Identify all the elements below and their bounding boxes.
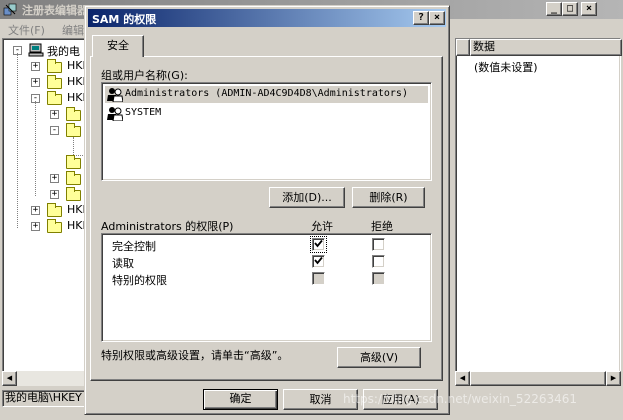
expand-icon[interactable]: +: [50, 110, 59, 119]
value-data: (数值未设置): [474, 61, 538, 74]
user-name: Administrators (ADMIN-AD4C9D4D8\Administ…: [125, 88, 408, 99]
checkmark-icon: [314, 256, 323, 265]
permissions-label: Administrators 的权限(P): [101, 220, 234, 233]
user-group-icon: [107, 88, 123, 102]
expand-icon[interactable]: +: [50, 174, 59, 183]
deny-full-control-checkbox[interactable]: [372, 238, 385, 251]
allow-special-checkbox: [312, 272, 325, 285]
expand-icon[interactable]: +: [31, 206, 40, 215]
user-row-administrators[interactable]: Administrators (ADMIN-AD4C9D4D8\Administ…: [105, 86, 428, 103]
folder-open-icon: [47, 91, 62, 105]
status-path: 我的电脑\HKEY: [2, 390, 96, 407]
folder-open-icon: [66, 123, 81, 137]
users-list[interactable]: Administrators (ADMIN-AD4C9D4D8\Administ…: [101, 82, 432, 181]
menu-file[interactable]: 文件(F): [8, 22, 45, 38]
scroll-thumb[interactable]: [470, 371, 606, 386]
permission-row-full-control: 完全控制: [112, 236, 412, 254]
registry-values-list[interactable]: 数据 (数值未设置): [455, 38, 622, 383]
allow-column-header: 允许: [311, 220, 333, 233]
tree-label: 我的电: [47, 45, 80, 58]
folder-icon: [47, 59, 62, 73]
group-or-user-names-label: 组或用户名称(G):: [101, 69, 188, 82]
checkmark-icon: [314, 239, 323, 248]
expand-icon[interactable]: +: [31, 222, 40, 231]
folder-icon: [66, 187, 81, 201]
dialog-title: SAM 的权限: [92, 13, 157, 26]
folder-icon: [47, 219, 62, 233]
column-header-name[interactable]: [456, 39, 470, 56]
help-button[interactable]: ?: [413, 11, 429, 25]
deny-column-header: 拒绝: [371, 220, 393, 233]
tab-security[interactable]: 安全: [92, 35, 144, 57]
list-horizontal-scrollbar[interactable]: ◀ ▶: [455, 371, 621, 386]
folder-icon: [47, 203, 62, 217]
expand-icon[interactable]: +: [50, 190, 59, 199]
allow-read-checkbox[interactable]: [312, 255, 325, 268]
deny-read-checkbox[interactable]: [372, 255, 385, 268]
watermark-text: https://blog.csdn.net/weixin_52263461: [343, 392, 578, 406]
folder-icon: [66, 107, 81, 121]
scroll-right-icon[interactable]: ▶: [606, 371, 621, 386]
permissions-dialog: SAM 的权限 ? × 安全 组或用户名称(G): Administrators…: [84, 5, 450, 415]
permission-name: 特别的权限: [112, 274, 167, 287]
remove-button[interactable]: 删除(R): [352, 187, 425, 208]
scroll-left-icon[interactable]: ◀: [2, 371, 17, 386]
registry-editor-title: 注册表编辑器: [22, 4, 88, 17]
computer-icon: [28, 43, 44, 57]
user-group-icon: [107, 107, 123, 121]
maximize-button[interactable]: □: [562, 2, 578, 16]
permission-row-read: 读取: [112, 254, 412, 271]
folder-icon: [66, 171, 81, 185]
ok-button[interactable]: 确定: [203, 389, 278, 410]
allow-full-control-checkbox[interactable]: [310, 236, 327, 253]
column-header-data[interactable]: 数据: [470, 39, 622, 56]
add-button[interactable]: 添加(D)...: [269, 187, 345, 208]
permission-row-special: 特别的权限: [112, 271, 412, 288]
advanced-hint-text: 特别权限或高级设置，请单击“高级”。: [101, 349, 289, 362]
dialog-close-button[interactable]: ×: [429, 11, 445, 25]
deny-special-checkbox: [372, 272, 385, 285]
expand-icon[interactable]: +: [31, 62, 40, 71]
expand-icon[interactable]: +: [31, 78, 40, 87]
folder-icon: [47, 75, 62, 89]
collapse-icon[interactable]: -: [50, 126, 59, 135]
permissions-list: 完全控制 读取 特别的权限: [101, 233, 432, 342]
registry-editor-icon: [3, 3, 17, 16]
folder-icon: [66, 155, 81, 169]
dialog-titlebar[interactable]: SAM 的权限 ? ×: [88, 9, 446, 27]
menu-edit[interactable]: 编辑: [62, 22, 84, 38]
list-header: 数据: [456, 39, 622, 56]
close-button[interactable]: ×: [581, 2, 597, 16]
user-name: SYSTEM: [125, 107, 162, 118]
permission-name: 读取: [112, 257, 134, 270]
user-row-system[interactable]: SYSTEM: [105, 105, 428, 122]
minimize-button[interactable]: _: [546, 2, 562, 16]
permission-name: 完全控制: [112, 240, 156, 253]
scroll-left-icon[interactable]: ◀: [455, 371, 470, 386]
advanced-button[interactable]: 高级(V): [337, 347, 421, 368]
